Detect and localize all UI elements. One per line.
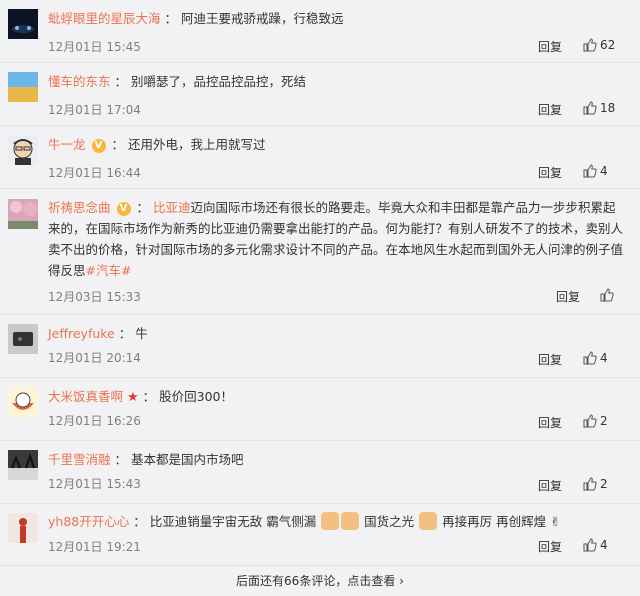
thumb-up-icon	[600, 288, 614, 302]
reply-button[interactable]: 回复	[538, 351, 562, 368]
like-button[interactable]: 18	[583, 101, 615, 115]
comment-item: Jeffreyfuke ： 牛 12月01日 20:14 回复 4	[0, 315, 640, 378]
snow-scene-avatar-icon	[8, 450, 38, 480]
comment-text: 别嚼瑟了，品控品控品控，死结	[131, 74, 307, 89]
avatar[interactable]	[8, 9, 38, 39]
comment-author[interactable]: 牛一龙	[48, 137, 86, 152]
comment-text: 牛	[135, 326, 148, 341]
like-button[interactable]: 62	[583, 38, 615, 52]
thumb-up-icon	[583, 164, 597, 178]
comment-time: 12月01日 15:43	[48, 477, 141, 491]
comment-text-part: 国货之光	[364, 514, 415, 529]
like-button[interactable]: 2	[583, 477, 608, 491]
thumbs-up-emoji-icon	[419, 512, 438, 530]
comment-author[interactable]: 千里雪消融	[48, 452, 111, 467]
comment-time: 12月01日 19:21	[48, 540, 141, 554]
reply-button[interactable]: 回复	[538, 538, 562, 555]
star-badge-icon: ★	[127, 390, 139, 405]
like-count: 4	[600, 538, 608, 552]
comment-item: 蚍蜉眼里的星辰大海 ： 阿迪王要戒骄戒躁，行稳致远 12月01日 15:45 回…	[0, 0, 640, 63]
comment-item: 牛一龙 V ： 还用外电，我上用就写过 12月01日 16:44 回复 4	[0, 126, 640, 189]
like-count: 62	[600, 38, 616, 52]
comment-author[interactable]: Jeffreyfuke	[48, 326, 115, 341]
blossom-avatar-icon	[8, 199, 38, 229]
avatar[interactable]	[8, 450, 38, 480]
avatar[interactable]	[8, 135, 38, 165]
comment-text: 迈向国际市场还有很长的路要走。毕竟大众和丰田都是靠产品力一步步积累起来的，在国际…	[48, 200, 624, 278]
silhouette-avatar-icon	[8, 513, 38, 543]
comment-text: 股价回300！	[159, 389, 233, 404]
thumb-up-icon	[583, 101, 597, 115]
comment-author[interactable]: 蚍蜉眼里的星辰大海	[48, 11, 161, 26]
comment-author[interactable]: 祈祷思念曲	[48, 200, 111, 215]
like-button[interactable]: 4	[583, 351, 608, 365]
like-count: 4	[600, 164, 608, 178]
thumb-up-icon	[583, 477, 597, 491]
reply-button[interactable]: 回复	[538, 164, 562, 181]
reply-button[interactable]: 回复	[538, 101, 562, 118]
comment-text: 基本都是国内市场吧	[131, 452, 244, 467]
comment-item: 千里雪消融 ： 基本都是国内市场吧 12月01日 15:43 回复 2	[0, 441, 640, 504]
comment-time: 12月01日 15:45	[48, 40, 141, 54]
thumb-up-icon	[583, 38, 597, 52]
like-button[interactable]: 2	[583, 414, 608, 428]
comment-author[interactable]: 懂车的东东	[48, 74, 111, 89]
thumbs-up-emoji-icon	[321, 512, 340, 530]
victory-hand-icon: ✌	[550, 514, 561, 529]
like-button[interactable]: 4	[583, 164, 608, 178]
comment-item: 大米饭真香啊 ★ ： 股价回300！ 12月01日 16:26 回复 2	[0, 378, 640, 441]
avatar[interactable]	[8, 72, 38, 102]
reply-button[interactable]: 回复	[538, 477, 562, 494]
comment-text: 比亚迪销量宇宙无敌 霸气侧漏	[149, 514, 317, 529]
comment-text: 还用外电，我上用就写过	[127, 137, 266, 152]
reply-button[interactable]: 回复	[556, 288, 580, 305]
thumb-up-icon	[583, 538, 597, 552]
like-button[interactable]: 4	[583, 538, 608, 552]
cartoon-rice-avatar-icon	[8, 387, 38, 417]
comment-author[interactable]: yh88开开心心	[48, 514, 129, 529]
reply-button[interactable]: 回复	[538, 414, 562, 431]
device-avatar-icon	[8, 324, 38, 354]
avatar[interactable]	[8, 199, 38, 229]
like-count: 4	[600, 351, 608, 365]
comment-item: 懂车的东东 ： 别嚼瑟了，品控品控品控，死结 12月01日 17:04 回复 1…	[0, 63, 640, 126]
comment-item: yh88开开心心 ： 比亚迪销量宇宙无敌 霸气侧漏 国货之光 再接再厉 再创辉煌…	[0, 504, 640, 564]
comment-time: 12月01日 17:04	[48, 103, 141, 117]
comment-text: 阿迪王要戒骄戒躁，行稳致远	[181, 11, 344, 26]
like-count: 2	[600, 414, 608, 428]
avatar[interactable]	[8, 324, 38, 354]
thumb-up-icon	[583, 351, 597, 365]
thumbs-up-emoji-icon	[341, 512, 360, 530]
topic-tag[interactable]: #汽车#	[86, 263, 132, 278]
like-count: 2	[600, 477, 608, 491]
verified-badge-icon: V	[116, 201, 131, 216]
comment-time: 12月01日 20:14	[48, 351, 141, 365]
cartoon-face-avatar-icon	[8, 135, 38, 165]
reply-button[interactable]: 回复	[538, 38, 562, 55]
avatar[interactable]	[8, 513, 38, 543]
like-button[interactable]	[600, 288, 617, 302]
comment-time: 12月03日 15:33	[48, 290, 141, 304]
like-count: 18	[600, 101, 616, 115]
thumb-up-icon	[583, 414, 597, 428]
comment-time: 12月01日 16:44	[48, 166, 141, 180]
avatar[interactable]	[8, 387, 38, 417]
comment-time: 12月01日 16:26	[48, 414, 141, 428]
comment-author[interactable]: 大米饭真香啊	[48, 389, 123, 404]
car-night-avatar-icon	[8, 9, 38, 39]
mention-link[interactable]: 比亚迪	[153, 200, 191, 215]
verified-badge-icon: V	[91, 138, 106, 153]
load-more-comments-link[interactable]: 后面还有66条评论，点击查看 ›	[0, 565, 640, 596]
comment-text-part: 再接再厉 再创辉煌	[442, 514, 547, 529]
comment-item: 祈祷思念曲 V ： 比亚迪迈向国际市场还有很长的路要走。毕竟大众和丰田都是靠产品…	[0, 189, 640, 315]
landscape-avatar-icon	[8, 72, 38, 102]
